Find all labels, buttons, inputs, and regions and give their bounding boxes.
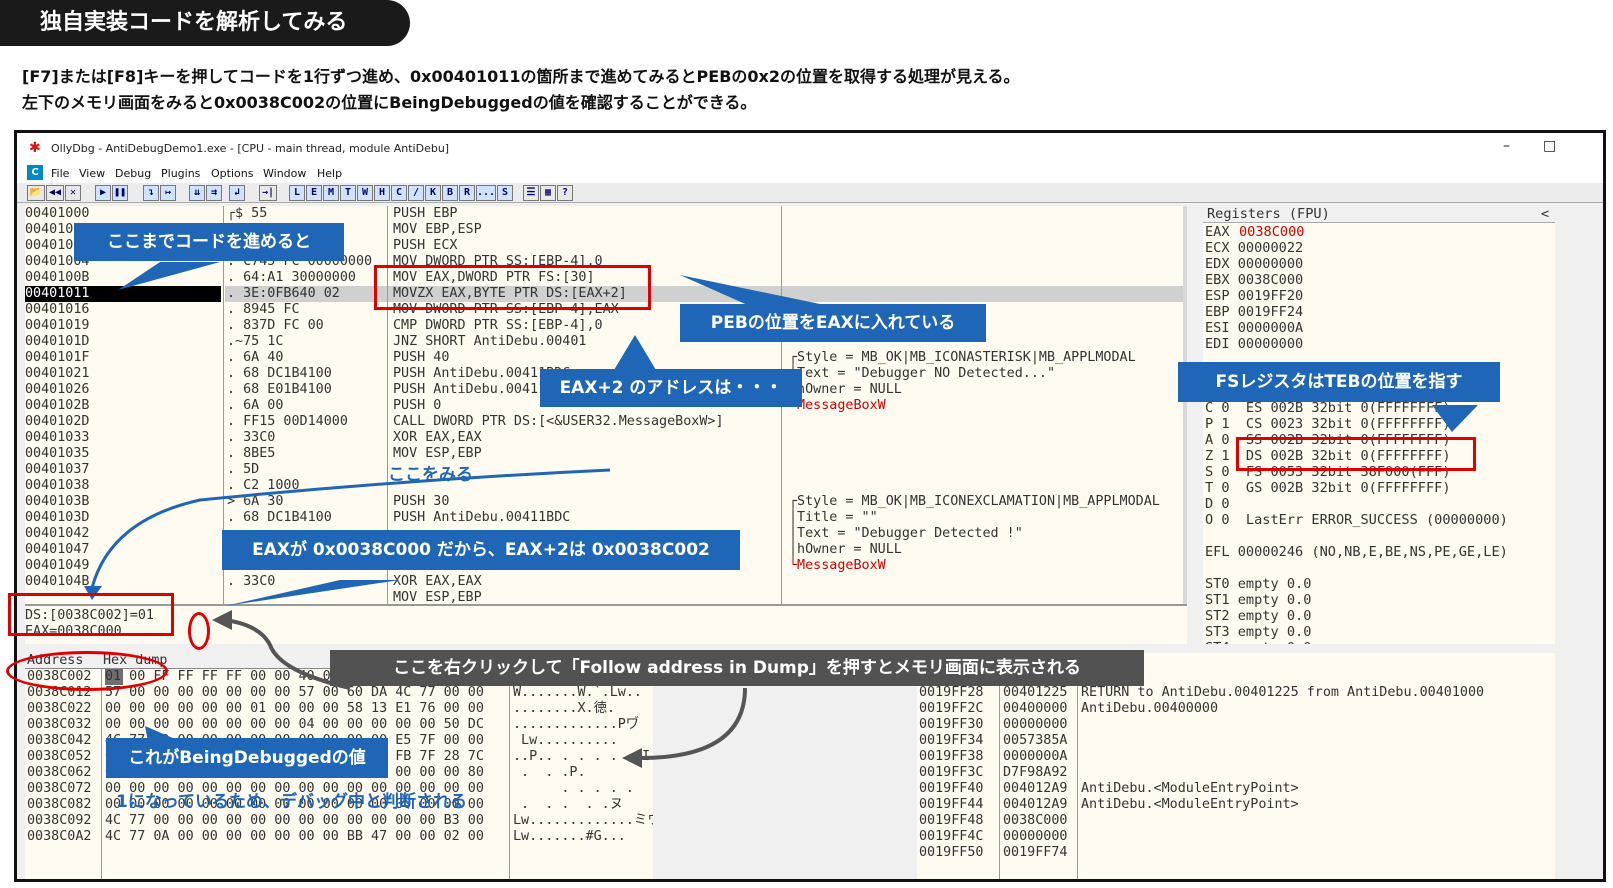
label-look-here: ここをみる — [388, 465, 473, 485]
highlight-address-oval — [6, 651, 168, 691]
highlight-fs30 — [374, 265, 651, 310]
arrow-to-dump — [639, 687, 747, 760]
callout-pointer — [225, 580, 400, 606]
arrowhead — [212, 610, 232, 630]
callout-step-here: ここまでコードを進めると — [74, 223, 344, 261]
highlight-circle — [188, 612, 210, 650]
highlight-info — [8, 593, 174, 636]
callout-pointer — [118, 262, 220, 290]
highlight-fs-register — [1236, 437, 1476, 471]
callout-being-debugged: これがBeingDebuggedの値 — [106, 738, 388, 778]
callout-follow-dump: ここを右クリックして「Follow address in Dump」を押すとメモ… — [330, 650, 1144, 686]
label-debug-detected: 1になっているため、デバッグ中と判断される — [116, 792, 467, 812]
callout-peb-eax: PEBの位置をEAXに入れている — [680, 304, 986, 342]
arrowhead — [622, 748, 642, 768]
callout-eax2: EAX+2 のアドレスは・・・ — [540, 369, 802, 407]
arrow-to-info — [90, 468, 611, 589]
callout-eax-calc: EAXが 0x0038C000 だから、EAX+2は 0x0038C002 — [222, 530, 740, 570]
callout-fs-teb: FSレジスタはTEBの位置を指す — [1178, 362, 1500, 402]
callout-pointer — [1432, 405, 1478, 432]
